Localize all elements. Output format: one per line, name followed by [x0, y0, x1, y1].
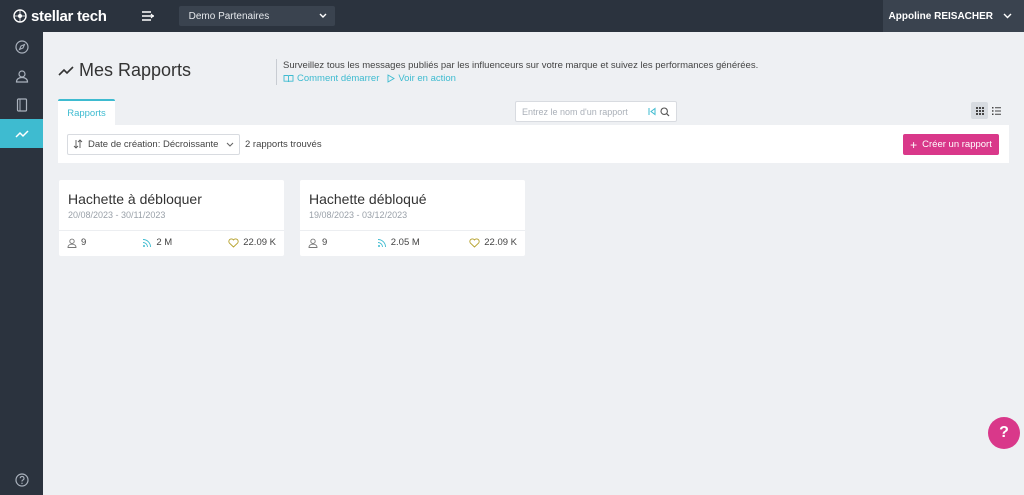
- page-description-block: Surveillez tous les messages publiés par…: [276, 59, 758, 85]
- stat-reach: 2 M: [142, 237, 172, 248]
- user-menu[interactable]: Appoline REISACHER: [883, 0, 1024, 32]
- user-icon: [15, 69, 28, 83]
- book-icon: [16, 97, 27, 112]
- chevron-down-icon: [319, 13, 327, 18]
- compass-icon: [14, 39, 29, 54]
- search-box: [515, 101, 677, 122]
- workspace-select[interactable]: Demo Partenaires: [178, 6, 335, 26]
- page-header: Mes Rapports: [58, 60, 191, 81]
- heart-icon: [228, 237, 239, 248]
- report-dates: 19/08/2023 - 03/12/2023: [309, 210, 408, 220]
- play-icon: [387, 74, 396, 83]
- sort-select[interactable]: Date de création: Décroissante: [67, 133, 240, 155]
- menu-toggle-button[interactable]: [141, 9, 157, 23]
- brand-name: stellar tech: [31, 7, 107, 25]
- stat-engagement: 22.09 K: [469, 237, 517, 248]
- rss-icon: [143, 238, 152, 247]
- divider: [300, 230, 525, 231]
- stat-engagement: 22.09 K: [228, 237, 276, 248]
- tab-rapports[interactable]: Rapports: [58, 99, 115, 125]
- stat-reach-value: 2.05 M: [390, 237, 420, 248]
- link-getting-started-label: Comment démarrer: [297, 73, 380, 84]
- report-card[interactable]: Hachette débloqué 19/08/2023 - 03/12/202…: [300, 180, 525, 256]
- help-circle-icon: [14, 473, 29, 487]
- report-count: 2 rapports trouvés: [245, 138, 322, 150]
- search-button[interactable]: [660, 106, 670, 117]
- sidebar-item-campaigns[interactable]: [0, 90, 43, 119]
- tab-rapports-label: Rapports: [67, 107, 106, 119]
- sidebar: [0, 32, 43, 495]
- divider: [59, 230, 284, 231]
- brand-logo-icon: [13, 9, 27, 23]
- link-see-in-action[interactable]: Voir en action: [387, 72, 456, 85]
- chevron-down-icon: [1003, 13, 1012, 19]
- workspace-select-value: Demo Partenaires: [188, 10, 270, 22]
- user-icon: [308, 238, 318, 248]
- help-bubble-label: ?: [999, 424, 1009, 441]
- book-open-icon: [283, 75, 294, 83]
- user-name: Appoline REISACHER: [888, 10, 993, 22]
- brand-logo[interactable]: stellar tech: [13, 8, 107, 25]
- sidebar-help-button[interactable]: [0, 469, 43, 491]
- stat-reach: 2.05 M: [377, 237, 420, 248]
- link-getting-started[interactable]: Comment démarrer: [283, 72, 379, 85]
- report-card[interactable]: Hachette à débloquer 20/08/2023 - 30/11/…: [59, 180, 284, 256]
- chevron-down-icon: [226, 142, 234, 147]
- trend-icon: [14, 129, 29, 138]
- stat-influencers-value: 9: [81, 237, 87, 248]
- clear-icon: [648, 107, 656, 116]
- sidebar-item-influencers[interactable]: [0, 61, 43, 90]
- reports-toolbar: Date de création: Décroissante 2 rapport…: [58, 125, 1009, 163]
- search-clear-button[interactable]: [648, 107, 656, 116]
- stat-influencers: 9: [67, 237, 86, 248]
- report-dates: 20/08/2023 - 30/11/2023: [68, 210, 166, 220]
- help-links: Comment démarrer Voir en action: [283, 72, 758, 85]
- sort-icon: [73, 139, 83, 149]
- link-see-in-action-label: Voir en action: [398, 73, 456, 84]
- report-title: Hachette débloqué: [309, 191, 427, 207]
- top-bar: stellar tech Demo Partenaires Appoline R…: [0, 0, 1024, 32]
- user-icon: [67, 238, 77, 248]
- plus-icon: +: [910, 137, 918, 152]
- heart-icon: [469, 237, 480, 248]
- search-icon: [660, 106, 670, 116]
- grid-icon: [975, 106, 984, 115]
- report-stats: 9 2.05 M 22.09 K: [308, 237, 517, 248]
- grid-view-button[interactable]: [971, 102, 988, 119]
- page-description: Surveillez tous les messages publiés par…: [283, 60, 759, 71]
- stat-influencers: 9: [308, 237, 327, 248]
- stat-engagement-value: 22.09 K: [243, 237, 276, 248]
- page-title: Mes Rapports: [79, 60, 192, 80]
- create-report-label: Créer un rapport: [922, 139, 992, 150]
- view-toggle: [971, 102, 1005, 119]
- sort-select-value: Date de création: Décroissante: [88, 138, 219, 150]
- create-report-button[interactable]: + Créer un rapport: [903, 134, 999, 155]
- menu-toggle-icon: [141, 11, 154, 21]
- sidebar-item-discover[interactable]: [0, 32, 43, 61]
- stat-engagement-value: 22.09 K: [484, 237, 517, 248]
- sidebar-item-reports[interactable]: [0, 119, 43, 148]
- rss-icon: [377, 238, 386, 247]
- list-view-button[interactable]: [988, 102, 1005, 119]
- trend-icon: [58, 65, 74, 76]
- list-icon: [992, 106, 1001, 115]
- stat-reach-value: 2 M: [156, 237, 173, 248]
- stat-influencers-value: 9: [322, 237, 328, 248]
- report-stats: 9 2 M 22.09 K: [67, 237, 276, 248]
- search-input[interactable]: [522, 106, 644, 117]
- help-chat-button[interactable]: ?: [988, 417, 1020, 449]
- report-title: Hachette à débloquer: [68, 191, 202, 207]
